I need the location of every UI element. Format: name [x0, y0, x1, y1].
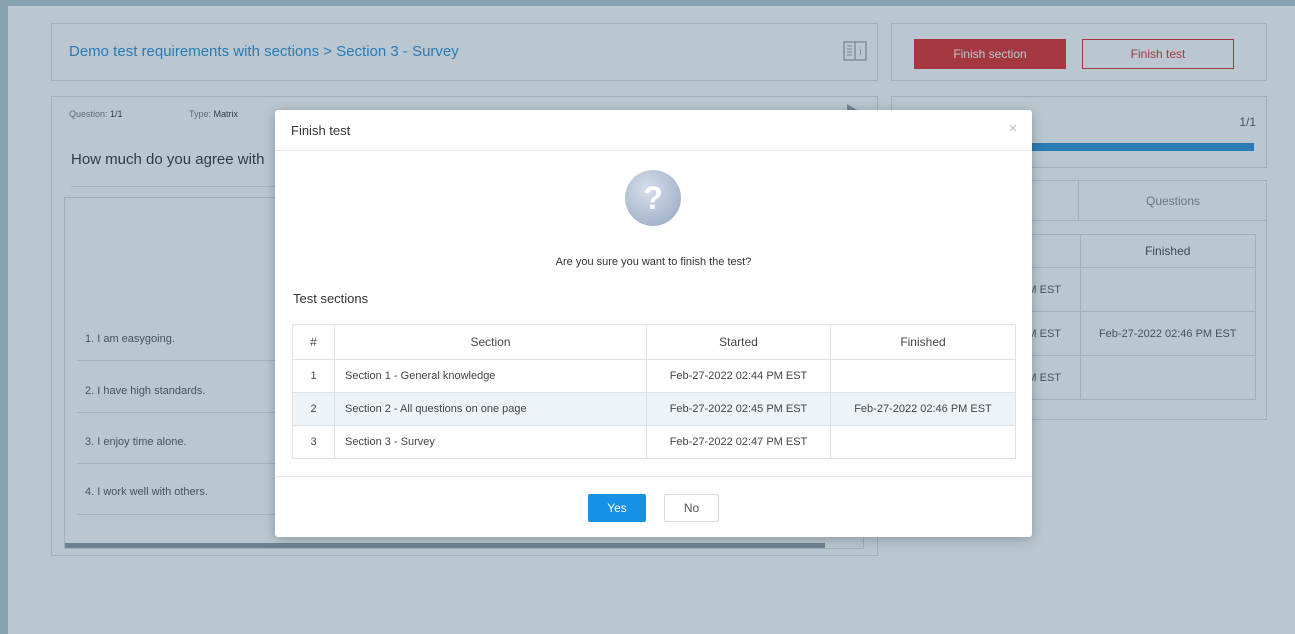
- finished-cell: [830, 425, 1016, 459]
- test-sections-table: # Section Started Finished 1 Section 1 -…: [292, 324, 1016, 459]
- row-number: 2: [292, 392, 335, 426]
- section-name: Section 3 - Survey: [334, 425, 647, 459]
- started-cell: Feb-27-2022 02:45 PM EST: [646, 392, 831, 426]
- question-mark-icon: ?: [625, 170, 681, 226]
- confirm-message: Are you sure you want to finish the test…: [555, 256, 752, 268]
- column-header: #: [292, 324, 335, 360]
- dialog-header: Finish test ×: [275, 110, 1032, 151]
- finished-cell: Feb-27-2022 02:46 PM EST: [830, 392, 1016, 426]
- dialog-title: Finish test: [291, 123, 351, 138]
- finished-cell: [830, 359, 1016, 393]
- column-header: Finished: [830, 324, 1016, 360]
- table-header-row: # Section Started Finished: [292, 324, 1016, 360]
- yes-button[interactable]: Yes: [588, 494, 646, 522]
- started-cell: Feb-27-2022 02:44 PM EST: [646, 359, 831, 393]
- no-button[interactable]: No: [664, 494, 719, 522]
- started-cell: Feb-27-2022 02:47 PM EST: [646, 425, 831, 459]
- table-row: 2 Section 2 - All questions on one page …: [292, 392, 1016, 426]
- section-name: Section 2 - All questions on one page: [334, 392, 647, 426]
- row-number: 3: [292, 425, 335, 459]
- dialog-footer: Yes No: [275, 476, 1032, 537]
- close-icon[interactable]: ×: [1004, 120, 1022, 138]
- finish-test-dialog: Finish test × ? Are you sure you want to…: [275, 110, 1032, 537]
- column-header: Section: [334, 324, 647, 360]
- table-row: 1 Section 1 - General knowledge Feb-27-2…: [292, 359, 1016, 393]
- test-sections-heading: Test sections: [293, 291, 369, 306]
- table-row: 3 Section 3 - Survey Feb-27-2022 02:47 P…: [292, 425, 1016, 459]
- row-number: 1: [292, 359, 335, 393]
- section-name: Section 1 - General knowledge: [334, 359, 647, 393]
- column-header: Started: [646, 324, 831, 360]
